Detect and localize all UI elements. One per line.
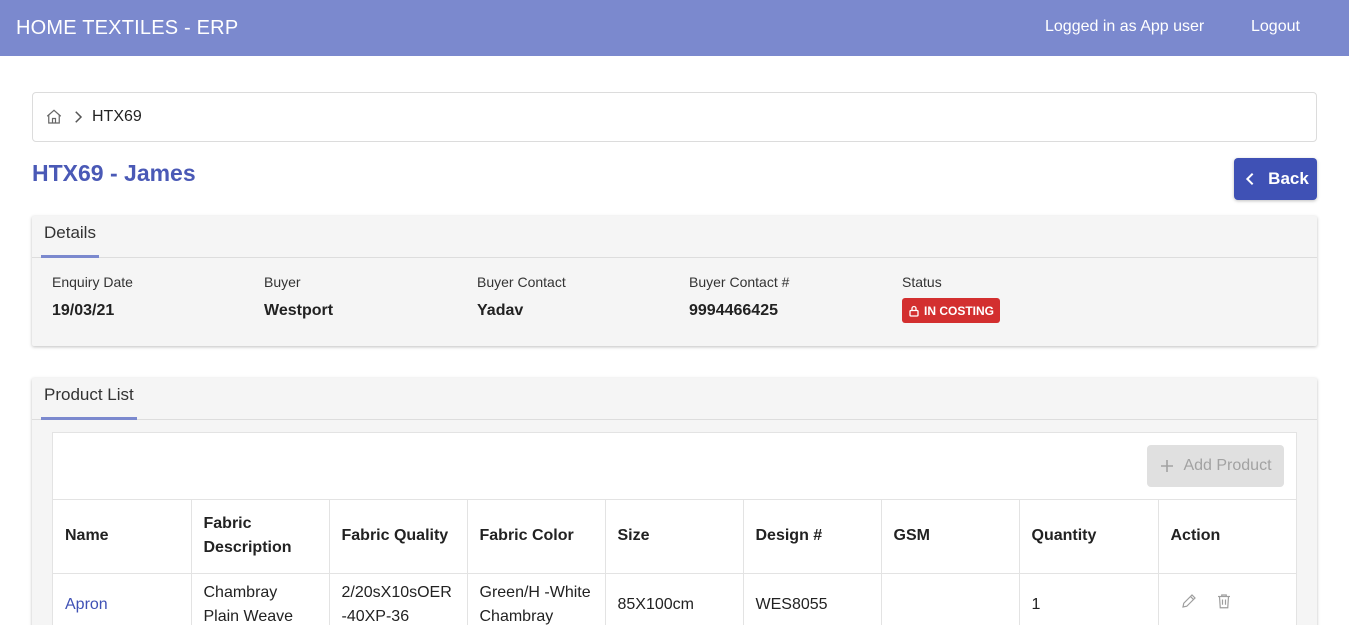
product-name-link[interactable]: Apron xyxy=(65,596,108,613)
cell-design: WES8055 xyxy=(743,573,882,625)
add-product-button[interactable]: Add Product xyxy=(1147,445,1284,487)
back-button-label: Back xyxy=(1268,169,1309,188)
table-header-row: Name Fabric Description Fabric Quality F… xyxy=(53,500,1296,574)
buyer-contact-number-label: Buyer Contact # xyxy=(689,274,790,290)
buyer-contact-number-value: 9994466425 xyxy=(689,302,778,319)
cell-fabric-description: Chambray Plain Weave xyxy=(191,573,330,625)
app-title[interactable]: HOME TEXTILES - ERP xyxy=(16,17,238,40)
breadcrumb: HTX69 xyxy=(32,92,1317,142)
logged-in-user-text: Logged in as App user xyxy=(1045,18,1205,35)
lock-icon xyxy=(908,305,920,317)
column-header-design[interactable]: Design # xyxy=(743,500,882,574)
trash-icon[interactable] xyxy=(1215,592,1233,610)
top-navbar: HOME TEXTILES - ERP Logged in as App use… xyxy=(0,0,1349,56)
column-header-size[interactable]: Size xyxy=(605,500,744,574)
status-text: IN COSTING xyxy=(924,303,995,318)
buyer-contact-number-field: Buyer Contact # 9994466425 xyxy=(689,274,789,320)
buyer-label: Buyer xyxy=(264,274,301,290)
status-label: Status xyxy=(902,274,942,290)
breadcrumb-current: HTX69 xyxy=(92,108,142,125)
buyer-contact-value: Yadav xyxy=(477,302,524,319)
pencil-icon[interactable] xyxy=(1180,592,1198,610)
column-header-quantity[interactable]: Quantity xyxy=(1019,500,1159,574)
add-product-label: Add Product xyxy=(1183,457,1272,474)
enquiry-date-label: Enquiry Date xyxy=(52,274,133,290)
enquiry-date-value: 19/03/21 xyxy=(52,302,115,319)
details-card: Details Enquiry Date 19/03/21 Buyer West… xyxy=(32,216,1317,346)
product-table-toolbar: Add Product xyxy=(53,433,1296,500)
plus-icon xyxy=(1159,458,1175,474)
column-header-fabric-color[interactable]: Fabric Color xyxy=(467,500,606,574)
cell-fabric-color: Green/H -White Chambray xyxy=(467,573,606,625)
column-header-gsm[interactable]: GSM xyxy=(881,500,1020,574)
table-row: Apron Chambray Plain Weave 2/20sX10sOER-… xyxy=(53,573,1296,625)
status-badge: IN COSTING xyxy=(902,298,1001,323)
buyer-contact-field: Buyer Contact Yadav xyxy=(477,274,566,320)
product-list-card: Product List Add Product Name Fabric Des… xyxy=(32,378,1317,625)
enquiry-date-field: Enquiry Date 19/03/21 xyxy=(52,274,133,320)
product-table: Name Fabric Description Fabric Quality F… xyxy=(53,500,1296,625)
page-title: HTX69 - James xyxy=(32,160,196,186)
home-icon[interactable] xyxy=(45,108,63,126)
buyer-contact-label: Buyer Contact xyxy=(477,274,566,290)
cell-gsm xyxy=(881,573,1020,625)
cell-quantity: 1 xyxy=(1019,573,1159,625)
column-header-fabric-quality[interactable]: Fabric Quality xyxy=(329,500,468,574)
details-tab-bar: Details xyxy=(32,216,1317,258)
column-header-action: Action xyxy=(1158,500,1296,574)
column-header-fabric-description[interactable]: Fabric Description xyxy=(191,500,330,574)
tab-details[interactable]: Details xyxy=(41,216,99,258)
chevron-left-icon xyxy=(1242,171,1258,187)
product-table-panel: Add Product Name Fabric Description Fabr… xyxy=(52,432,1297,625)
product-list-tab-bar: Product List xyxy=(32,378,1317,420)
cell-name: Apron xyxy=(53,573,192,625)
buyer-field: Buyer Westport xyxy=(264,274,333,320)
cell-fabric-quality: 2/20sX10sOER-40XP-36 xyxy=(329,573,468,625)
cell-size: 85X100cm xyxy=(605,573,744,625)
logout-link[interactable]: Logout xyxy=(1251,18,1300,36)
chevron-right-icon xyxy=(69,108,87,126)
buyer-value: Westport xyxy=(264,302,334,319)
cell-action xyxy=(1158,573,1296,625)
status-field: Status IN COSTING xyxy=(902,274,1001,323)
back-button[interactable]: Back xyxy=(1234,158,1317,200)
column-header-name[interactable]: Name xyxy=(53,500,192,574)
tab-product-list[interactable]: Product List xyxy=(41,378,137,420)
